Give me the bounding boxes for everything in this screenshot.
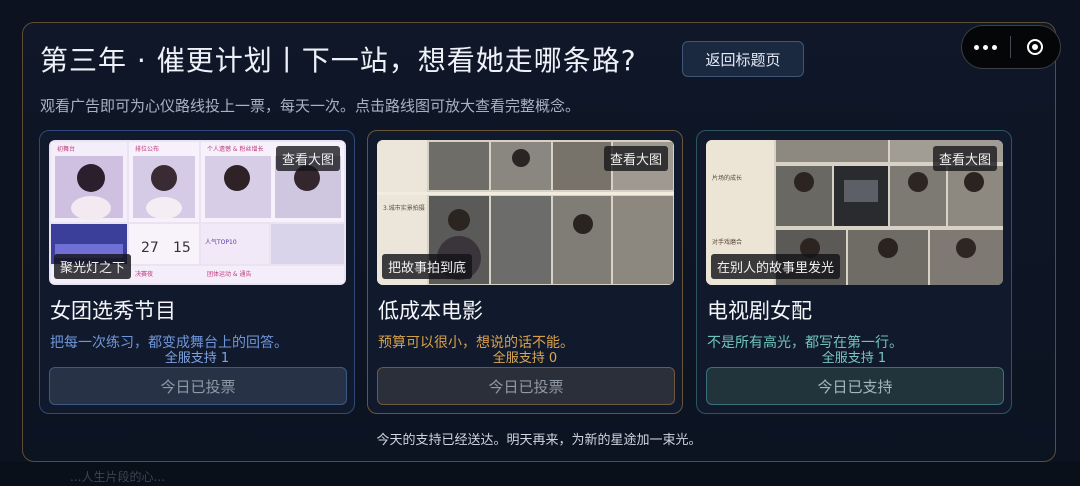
idol-thumb-text-7: 团体运动 & 通告 <box>207 270 252 278</box>
idol-thumb-text-4: 27 <box>141 240 159 256</box>
route-title: 女团选秀节目 <box>50 299 176 323</box>
more-dots-icon[interactable] <box>962 26 1010 68</box>
drama-thumb-text-1: 片场的成长 <box>712 174 742 182</box>
route-badge: 聚光灯之下 <box>54 254 132 279</box>
film-thumb-text-1: 3.城市实景拍摄 <box>383 204 425 212</box>
idol-thumb-text-3: 个人遗憾 & 粉丝增长 <box>207 145 264 153</box>
idol-thumb-text-1: 初舞台 <box>57 145 75 153</box>
support-count: 全服支持 0 <box>492 351 558 366</box>
modal-subtitle: 观看广告即可为心仪路线投上一票，每天一次。点击路线图可放大查看完整概念。 <box>40 97 581 115</box>
route-thumbnail-film[interactable]: 3.城市实景拍摄 查看大图 把故事拍到底 <box>377 140 674 285</box>
route-card-drama: 片场的成长 对手戏磨合 查看大图 在别人的故事里发光 电视剧女配 不是所有高光，… <box>696 130 1012 414</box>
modal-title: 第三年 · 催更计划丨下一站，想看她走哪条路? <box>40 44 637 77</box>
support-count: 全服支持 1 <box>164 351 230 366</box>
route-card-idol: 初舞台 排位公布 个人遗憾 & 粉丝增长 27 15 决赛夜 团体运动 & 通告… <box>39 130 355 414</box>
route-thumbnail-drama[interactable]: 片场的成长 对手戏磨合 查看大图 在别人的故事里发光 <box>706 140 1003 285</box>
background-strip: ...人生片段的心... <box>0 462 1080 486</box>
footer-message: 今天的支持已经送达。明天再来，为新的星途加一束光。 <box>376 433 702 448</box>
idol-thumb-text-2: 排位公布 <box>135 145 159 153</box>
miniprogram-capsule <box>961 25 1061 69</box>
route-thumbnail-idol[interactable]: 初舞台 排位公布 个人遗憾 & 粉丝增长 27 15 决赛夜 团体运动 & 通告… <box>49 140 346 285</box>
drama-thumb-text-2: 对手戏磨合 <box>712 238 742 246</box>
route-title: 低成本电影 <box>378 299 483 323</box>
idol-thumb-text-6: 决赛夜 <box>135 270 153 278</box>
back-to-title-button[interactable]: 返回标题页 <box>682 41 804 77</box>
idol-thumb-text-8: 人气TOP10 <box>205 238 237 246</box>
vote-button[interactable]: 今日已投票 <box>377 367 675 405</box>
route-badge: 把故事拍到底 <box>382 254 473 279</box>
route-vote-modal: 第三年 · 催更计划丨下一站，想看她走哪条路? 返回标题页 观看广告即可为心仪路… <box>22 22 1061 462</box>
idol-thumb-text-5: 15 <box>173 240 191 256</box>
view-large-image-button[interactable]: 查看大图 <box>275 146 340 171</box>
vote-button[interactable]: 今日已支持 <box>706 367 1004 405</box>
support-count: 全服支持 1 <box>821 351 887 366</box>
route-card-film: 3.城市实景拍摄 查看大图 把故事拍到底 低成本电影 预算可以很小，想说的话不能… <box>367 130 683 414</box>
view-large-image-button[interactable]: 查看大图 <box>603 146 668 171</box>
target-close-icon[interactable] <box>1011 26 1061 68</box>
vote-button[interactable]: 今日已投票 <box>49 367 347 405</box>
background-partial-text: ...人生片段的心... <box>70 470 165 484</box>
route-title: 电视剧女配 <box>707 299 812 323</box>
view-large-image-button[interactable]: 查看大图 <box>932 146 997 171</box>
route-badge: 在别人的故事里发光 <box>711 254 841 279</box>
